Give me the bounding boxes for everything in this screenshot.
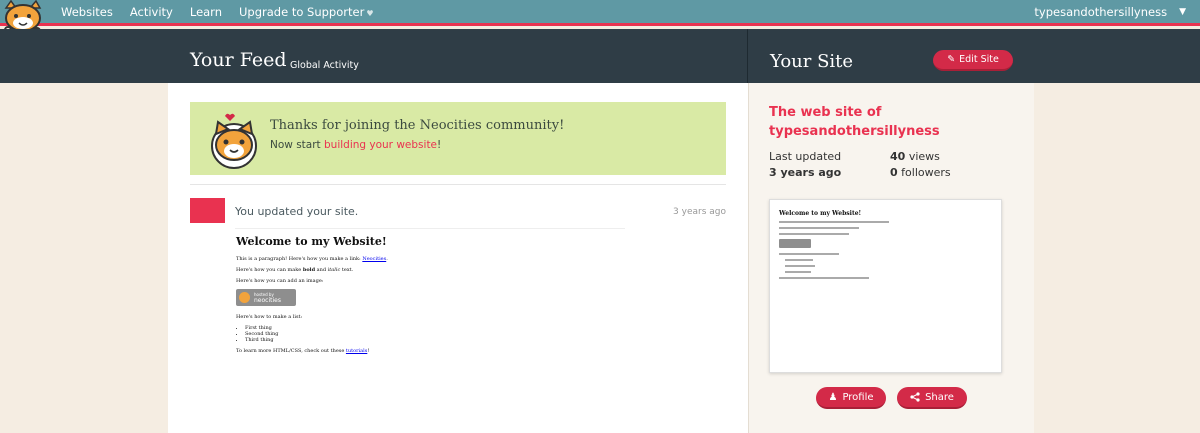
neocities-cat-mascot-icon <box>211 113 257 169</box>
event-message: You updated your site. <box>235 205 359 218</box>
hosted-name: neocities <box>254 296 281 304</box>
event-timestamp: 3 years ago <box>673 207 726 217</box>
profile-label: Profile <box>842 391 874 403</box>
views-label: views <box>908 149 940 163</box>
followers-label: followers <box>901 165 951 179</box>
building-your-website-link[interactable]: building your website <box>324 139 437 151</box>
share-icon <box>910 392 920 402</box>
nav-activity[interactable]: Activity <box>130 5 173 19</box>
feed-title: Your Feed <box>190 49 287 71</box>
p2-mid: and <box>315 267 328 273</box>
welcome-start-text: Now start building your website! <box>270 139 441 151</box>
edit-icon: ✎ <box>947 54 956 65</box>
thumbnail-line <box>779 221 889 223</box>
event-rule <box>235 228 625 229</box>
page-header: Your Feed Global Activity Your Site ✎ Ed… <box>0 29 1200 83</box>
user-icon: ♟ <box>828 391 838 403</box>
p1-link: Neocities <box>362 256 387 262</box>
site-thumbnail[interactable]: Welcome to my Website! <box>769 199 1002 373</box>
followers-count: 0 <box>890 165 898 179</box>
screenshot-list: First thing Second thing Third thing <box>245 325 616 343</box>
thumbnail-line <box>785 271 811 273</box>
screenshot-paragraph-3: Here's how you can add an image: <box>236 278 324 284</box>
nav-upgrade-label: Upgrade to Supporter <box>239 5 365 19</box>
heart-icon: ♥ <box>366 9 374 18</box>
hosted-by-neocities-badge: hosted by neocities <box>236 289 296 306</box>
share-button[interactable]: Share <box>897 387 967 409</box>
screenshot-paragraph-4: Here's how to make a list: <box>236 314 303 320</box>
last-updated-label: Last updated <box>769 149 842 163</box>
p1-prefix: This is a paragraph! Here's how you make… <box>236 256 363 262</box>
thumbnail-heading: Welcome to my Website! <box>779 210 862 217</box>
site-name[interactable]: The web site of typesandothersillyness <box>769 103 1009 141</box>
thumbnail-line <box>779 253 839 255</box>
welcome-thanks-text: Thanks for joining the Neocities communi… <box>270 118 565 133</box>
followers-stat[interactable]: 0 followers <box>890 166 951 179</box>
p1-suffix: . <box>386 256 388 262</box>
stats-row-values: 3 years ago 0 followers <box>769 164 1009 180</box>
screenshot-heading: Welcome to my Website! <box>236 235 387 248</box>
site-screenshot-preview[interactable]: Welcome to my Website! This is a paragra… <box>236 235 616 425</box>
screenshot-paragraph-5: To learn more HTML/CSS, check out these … <box>236 348 616 354</box>
edit-site-button[interactable]: ✎ Edit Site <box>933 50 1013 71</box>
start-prefix: Now start <box>270 139 324 151</box>
site-action-buttons: ♟ Profile Share <box>816 387 967 409</box>
thumbnail-line <box>779 227 859 229</box>
site-stats: Last updated 40 views 3 years ago 0 foll… <box>769 148 1009 180</box>
feed-column: Thanks for joining the Neocities communi… <box>168 83 748 433</box>
hosted-text: hosted by neocities <box>254 292 281 304</box>
p5-link: tutorials <box>345 348 368 354</box>
nav-learn[interactable]: Learn <box>190 5 222 19</box>
share-label: Share <box>925 391 954 403</box>
top-navigation: Websites Activity Learn Upgrade to Suppo… <box>0 0 1200 35</box>
p2-italic: italic <box>327 267 341 273</box>
thumbnail-line <box>785 265 815 267</box>
screenshot-paragraph-2: Here's how you can make bold and italic … <box>236 267 616 273</box>
welcome-banner: Thanks for joining the Neocities communi… <box>190 102 726 175</box>
p5-suffix: ! <box>367 348 370 354</box>
p2-prefix: Here's how you can make <box>236 267 303 273</box>
avatar[interactable] <box>190 198 225 223</box>
global-activity-link[interactable]: Global Activity <box>290 60 359 71</box>
nav-upgrade-to-supporter[interactable]: Upgrade to Supporter ♥ <box>239 5 373 19</box>
username: typesandothersillyness <box>1034 5 1168 19</box>
thumbnail-badge <box>779 239 811 248</box>
p2-suffix: text. <box>340 267 354 273</box>
thumbnail-line <box>779 233 849 235</box>
neocities-cat-small-icon <box>239 292 250 303</box>
feed-separator <box>190 184 726 185</box>
caret-down-icon: ▼ <box>1179 7 1186 17</box>
user-menu[interactable]: typesandothersillyness ▼ <box>1034 0 1186 24</box>
screenshot-paragraph-1: This is a paragraph! Here's how you make… <box>236 256 616 262</box>
last-updated-value: 3 years ago <box>769 165 842 179</box>
stats-row-labels: Last updated 40 views <box>769 148 1009 164</box>
edit-site-label: Edit Site <box>959 54 999 65</box>
p5-prefix: To learn more HTML/CSS, check out these <box>236 348 346 354</box>
start-suffix: ! <box>437 139 442 151</box>
your-site-column: The web site of typesandothersillyness L… <box>748 83 1034 433</box>
thumbnail-line <box>785 259 813 261</box>
p2-bold: bold <box>302 267 316 273</box>
profile-button[interactable]: ♟ Profile <box>816 387 886 409</box>
thumbnail-line <box>779 277 869 279</box>
main-nav: Websites Activity Learn Upgrade to Suppo… <box>61 0 373 24</box>
header-divider <box>747 29 748 83</box>
nav-websites[interactable]: Websites <box>61 5 113 19</box>
views-stat: 40 views <box>890 150 940 163</box>
site-title: Your Site <box>770 51 854 72</box>
views-count: 40 <box>890 149 906 163</box>
list-item: Third thing <box>245 337 616 343</box>
